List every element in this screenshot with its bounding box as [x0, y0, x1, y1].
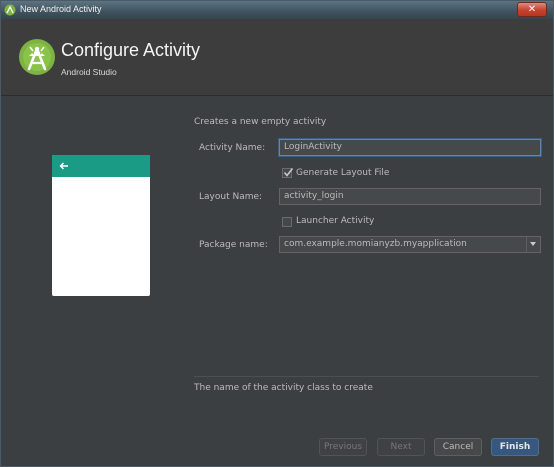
chevron-down-icon[interactable]: [526, 237, 540, 252]
finish-button[interactable]: Finish: [491, 438, 539, 456]
android-studio-logo-icon: [19, 39, 55, 75]
cancel-button[interactable]: Cancel: [434, 438, 482, 456]
preview-app-bar: [52, 155, 150, 177]
android-studio-icon: [4, 4, 16, 16]
new-android-activity-dialog: New Android Activity ✕ Configure Activit…: [0, 0, 554, 467]
back-arrow-icon: [59, 162, 68, 170]
activity-name-label: Activity Name:: [199, 143, 266, 153]
header: Configure Activity Android Studio: [1, 19, 553, 96]
checkmark-icon: [283, 168, 294, 177]
page-subtitle: Android Studio: [61, 67, 117, 77]
layout-name-label: Layout Name:: [199, 192, 263, 202]
window-title: New Android Activity: [20, 4, 102, 14]
form-panel: Creates a new empty activity Activity Na…: [184, 96, 553, 426]
generate-layout-checkbox[interactable]: [282, 168, 294, 178]
next-button[interactable]: Next: [377, 438, 425, 456]
activity-name-input[interactable]: LoginActivity: [279, 139, 541, 156]
previous-button[interactable]: Previous: [319, 438, 367, 456]
package-name-dropdown[interactable]: com.example.momianyzb.myapplication: [279, 236, 541, 253]
preview-panel: [1, 96, 184, 426]
activity-description: Creates a new empty activity: [194, 117, 327, 127]
layout-name-input[interactable]: activity_login: [279, 188, 541, 205]
activity-preview: [52, 155, 150, 296]
button-bar: Previous Next Cancel Finish: [1, 426, 553, 466]
divider: [194, 376, 539, 377]
launcher-activity-label: Launcher Activity: [296, 216, 375, 226]
generate-layout-label: Generate Layout File: [296, 168, 390, 178]
title-bar[interactable]: New Android Activity ✕: [1, 1, 553, 19]
launcher-activity-checkbox[interactable]: [282, 217, 292, 227]
package-name-label: Package name:: [199, 240, 268, 250]
close-button[interactable]: ✕: [517, 2, 547, 17]
package-name-value: com.example.momianyzb.myapplication: [284, 239, 467, 249]
field-hint: The name of the activity class to create: [194, 383, 373, 393]
page-title: Configure Activity: [61, 40, 201, 60]
